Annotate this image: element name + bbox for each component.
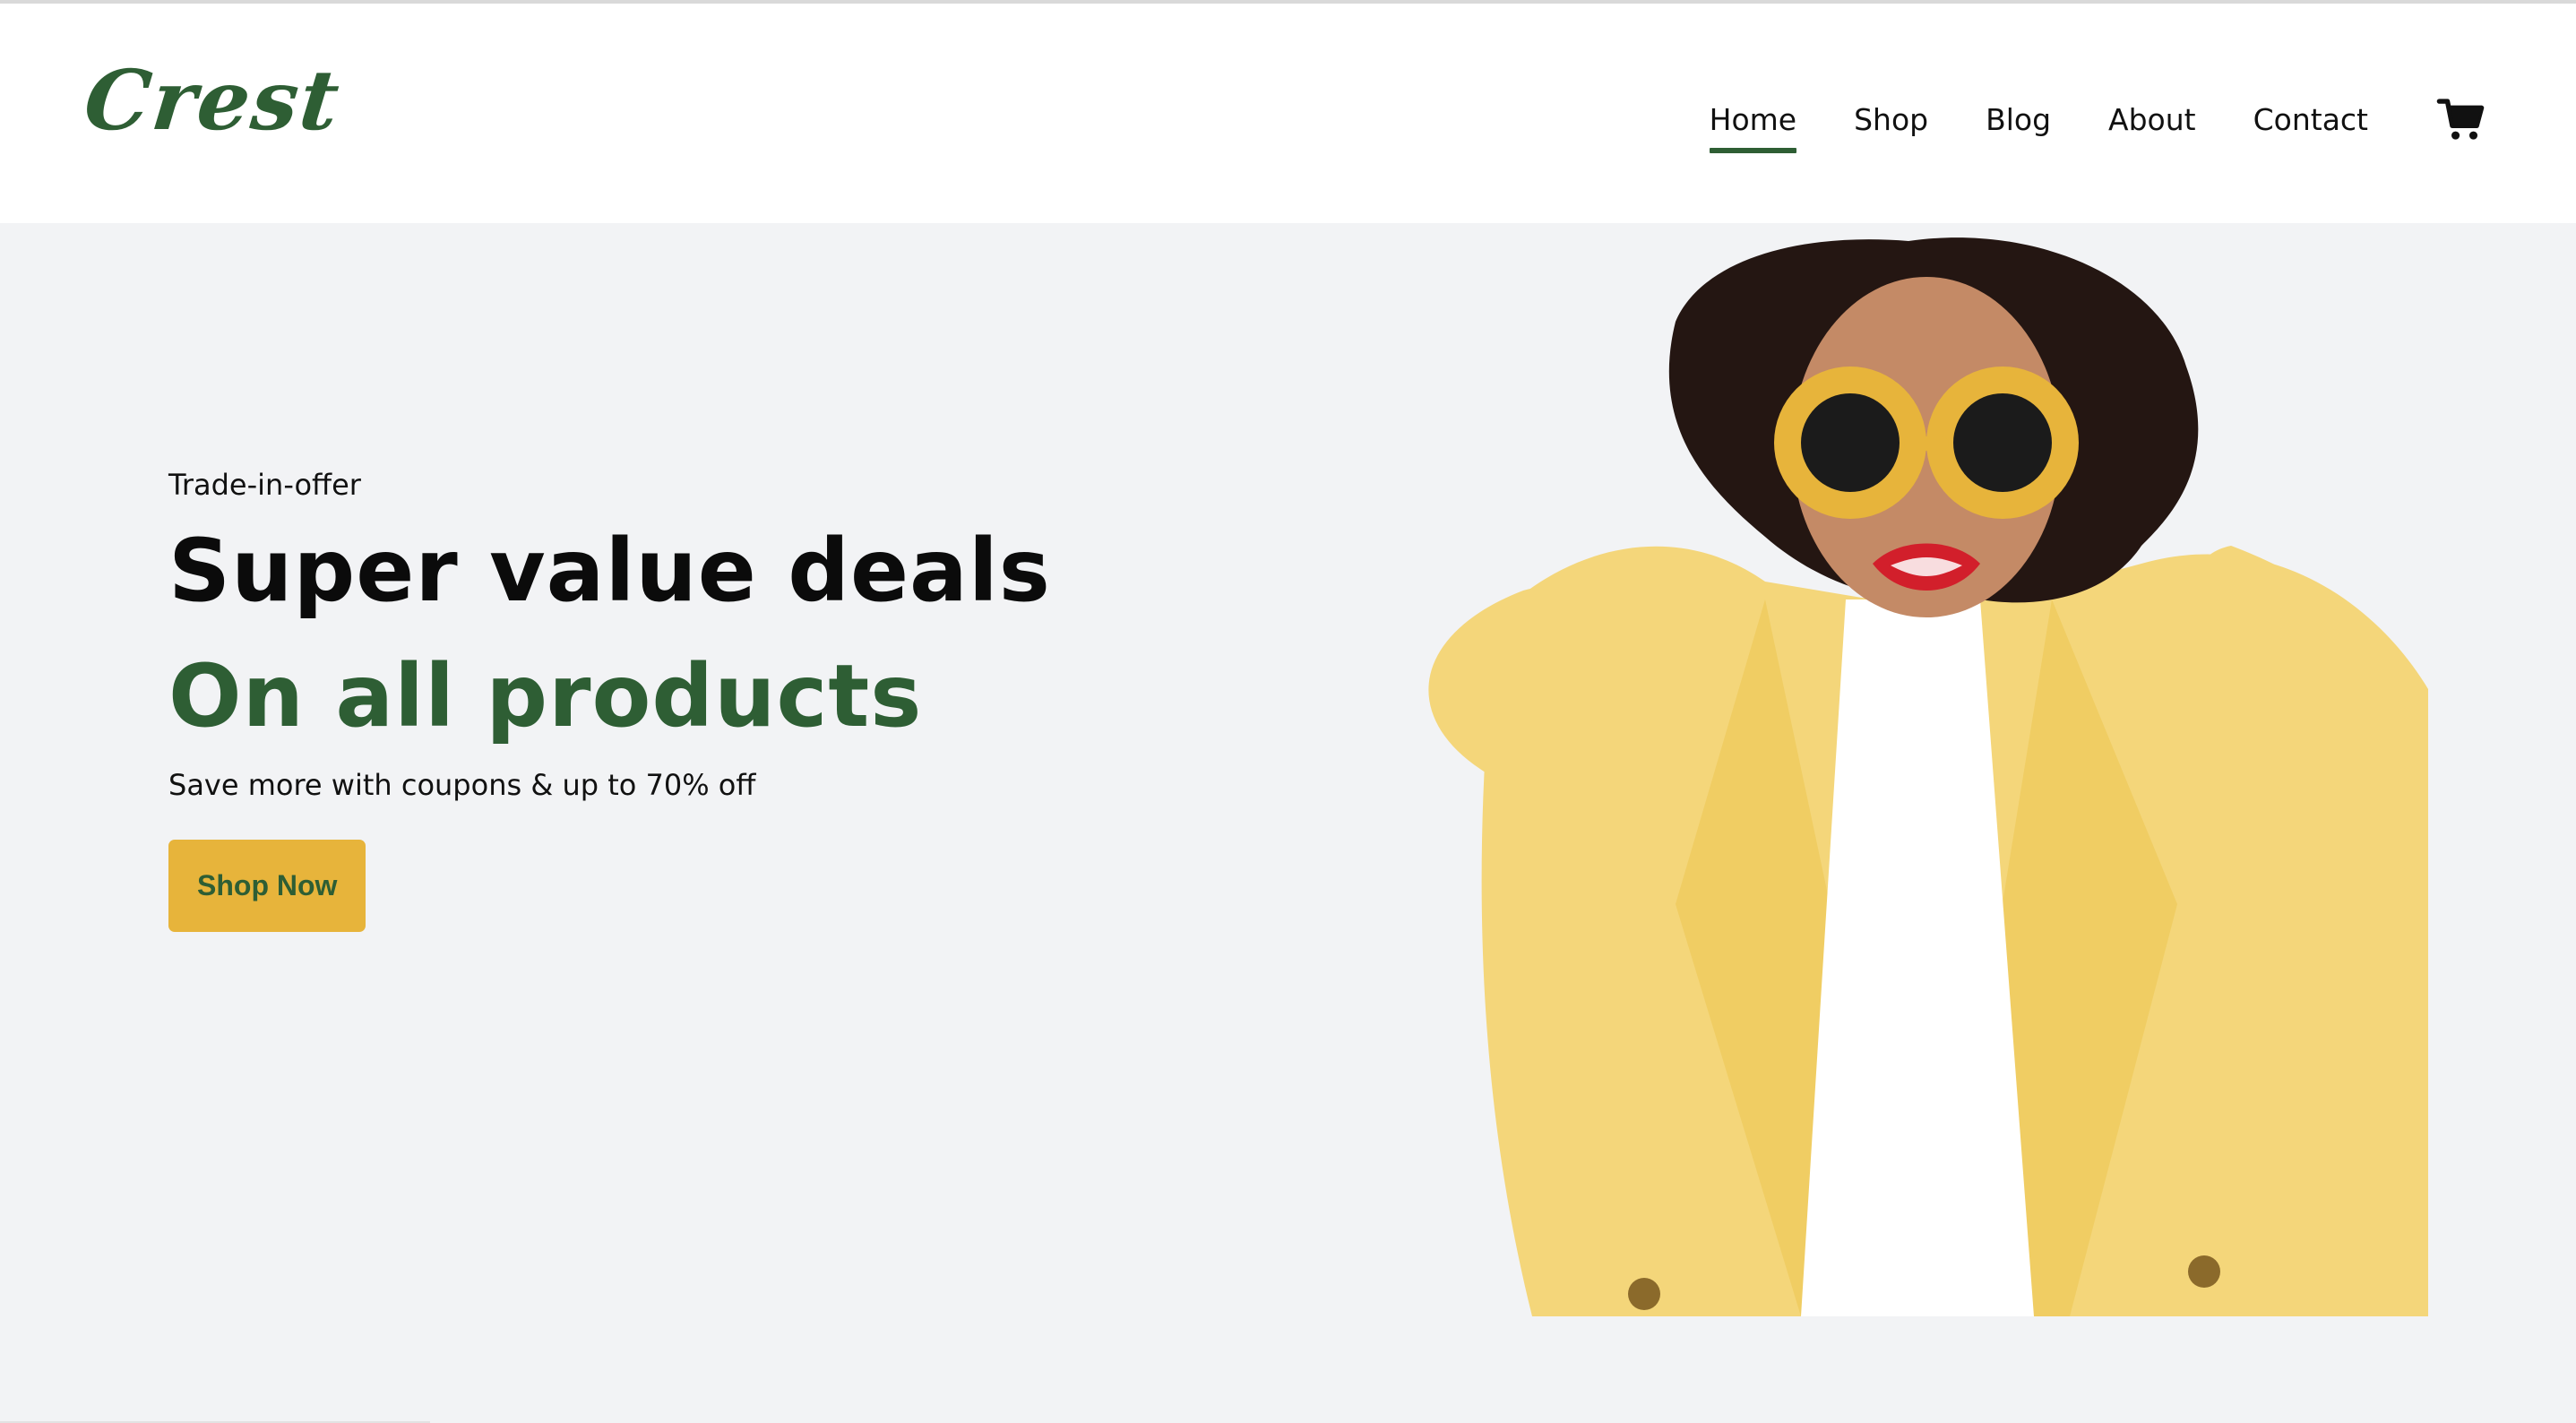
hero-subheadline: On all products <box>168 646 923 747</box>
shop-now-button[interactable]: Shop Now <box>168 839 366 932</box>
hero-eyebrow: Trade-in-offer <box>168 468 361 502</box>
hero-section: Trade-in-offer Super value deals On all … <box>0 223 2576 1423</box>
logo[interactable]: Crest <box>80 52 345 149</box>
hero-subtext: Save more with coupons & up to 70% off <box>168 767 756 802</box>
main-nav: Home Shop Blog About Contact <box>1709 70 2486 168</box>
nav-item-home[interactable]: Home <box>1709 95 1797 153</box>
navbar: Crest Home Shop Blog About Contact <box>0 4 2576 223</box>
hero-model-image <box>1299 223 2464 1316</box>
nav-item-blog[interactable]: Blog <box>1986 95 2051 144</box>
hero-headline: Super value deals <box>168 521 1051 621</box>
nav-item-shop[interactable]: Shop <box>1854 95 1928 144</box>
nav-item-about[interactable]: About <box>2108 95 2196 144</box>
shopping-cart-icon[interactable] <box>2434 93 2486 145</box>
hero-text: Trade-in-offer Super value deals On all … <box>168 468 1288 932</box>
nav-item-contact[interactable]: Contact <box>2253 95 2368 144</box>
